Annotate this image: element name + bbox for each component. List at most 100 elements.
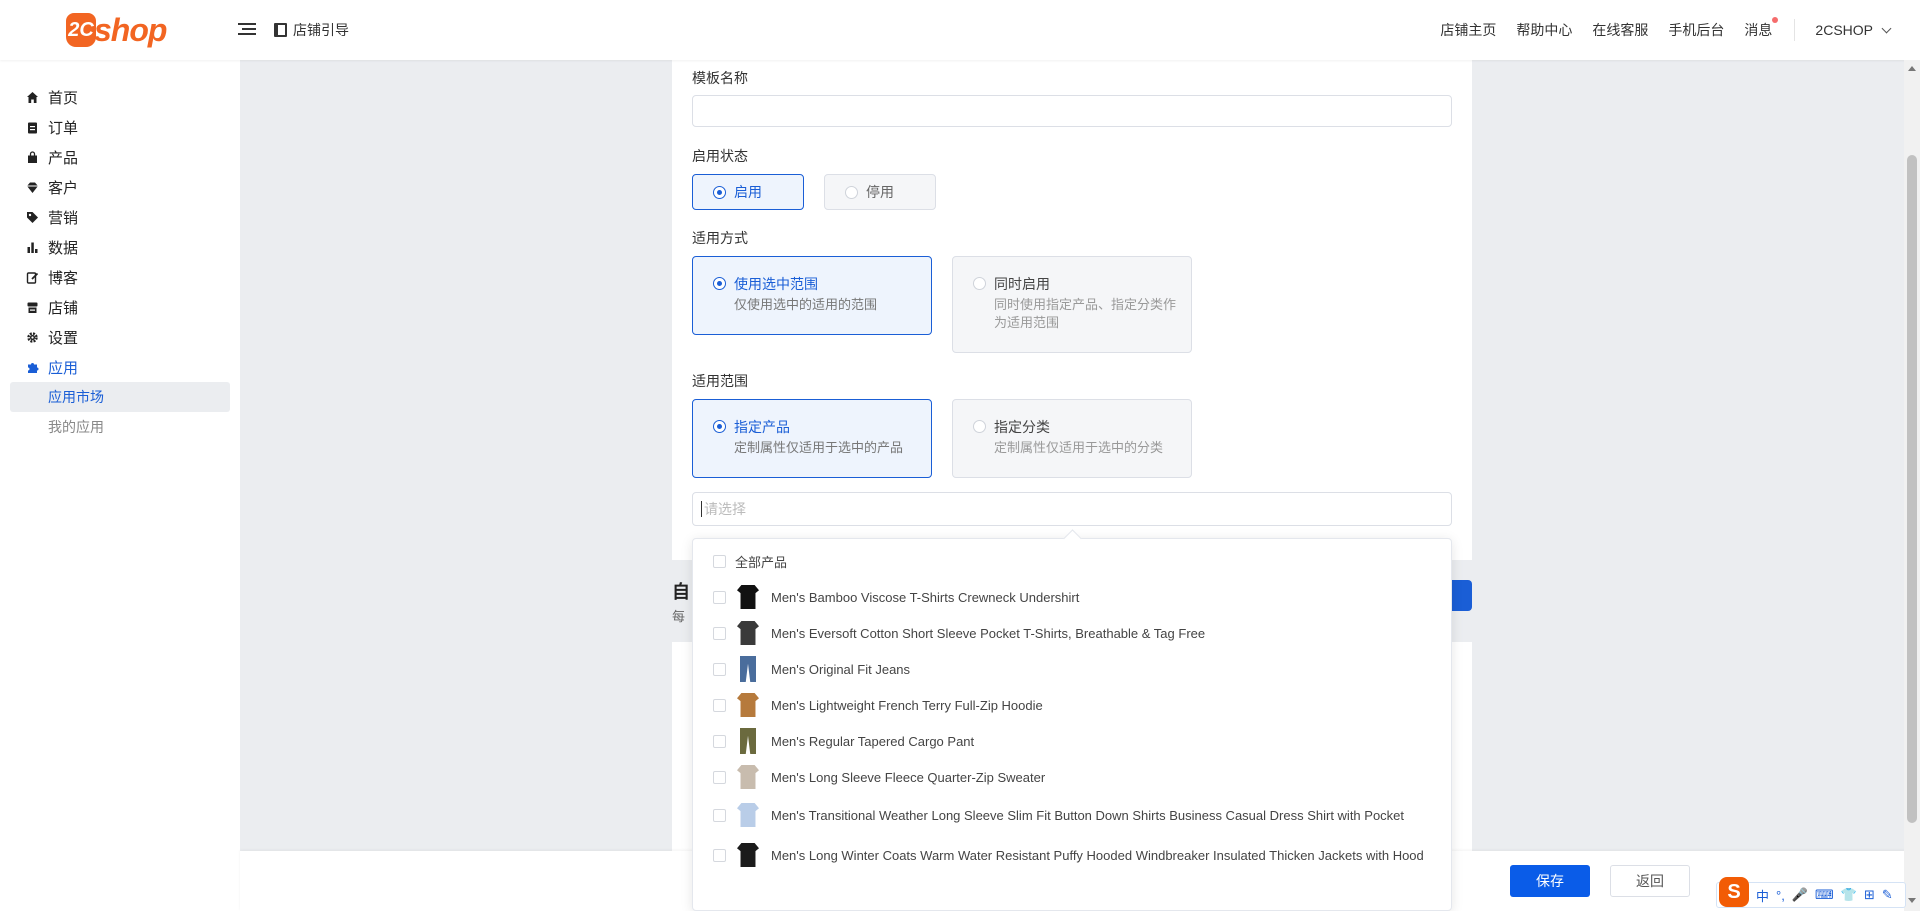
bag-icon [28, 150, 37, 163]
radio-dot [713, 277, 726, 290]
sidebar-item-data[interactable]: 数据 [0, 232, 240, 262]
sidebar-subitem-app-market[interactable]: 应用市场 [10, 382, 230, 412]
sidebar-item-store[interactable]: 店铺 [0, 292, 240, 322]
checkbox[interactable] [713, 626, 726, 640]
ime-skin-icon[interactable]: 👕 [1841, 887, 1857, 903]
product-option[interactable]: Men's Long Sleeve Fleece Quarter-Zip Swe… [693, 759, 1451, 795]
product-option[interactable]: Men's Eversoft Cotton Short Sleeve Pocke… [693, 615, 1451, 651]
checkbox[interactable] [713, 554, 726, 568]
apply-mode-label: 适用方式 [692, 230, 748, 246]
scroll-up-icon[interactable] [1908, 66, 1916, 71]
select-all-products[interactable]: 全部产品 [693, 549, 1451, 573]
sidebar-item-marketing[interactable]: 营销 [0, 202, 240, 232]
product-option[interactable]: Men's Transitional Weather Long Sleeve S… [693, 795, 1451, 835]
nav-messages-label: 消息 [1744, 22, 1773, 38]
checkbox[interactable] [713, 734, 726, 748]
sidebar-item-products[interactable]: 产品 [0, 142, 240, 172]
product-option[interactable]: Men's Bamboo Viscose T-Shirts Crewneck U… [693, 579, 1451, 615]
product-thumbnail [734, 583, 762, 611]
product-thumbnail [734, 801, 762, 829]
ime-logo-icon[interactable]: S [1719, 877, 1749, 907]
menu-toggle-icon[interactable] [238, 20, 256, 38]
radio-dot [973, 277, 986, 290]
home-icon [27, 91, 38, 103]
store-guide-link[interactable]: 店铺引导 [274, 20, 349, 40]
product-option[interactable]: Men's Regular Tapered Cargo Pant [693, 723, 1451, 759]
product-name: Men's Bamboo Viscose T-Shirts Crewneck U… [771, 589, 1080, 605]
tag-icon [27, 211, 38, 223]
product-name: Men's Transitional Weather Long Sleeve S… [771, 807, 1405, 823]
apply-mode-both-option[interactable]: 同时启用 同时使用指定产品、指定分类作为适用范围 [952, 256, 1192, 353]
product-name: Men's Original Fit Jeans [771, 661, 911, 677]
pants-icon [740, 728, 756, 754]
ime-grid-icon[interactable]: ⊞ [1864, 887, 1875, 903]
product-option[interactable]: Men's Lightweight French Terry Full-Zip … [693, 687, 1451, 723]
nav-mobile-admin[interactable]: 手机后台 [1668, 20, 1724, 40]
sidebar-item-label: 店铺 [48, 299, 79, 317]
gear-icon [27, 331, 38, 343]
option-desc: 定制属性仅适用于选中的分类 [994, 440, 1164, 455]
sidebar-item-blog[interactable]: 博客 [0, 262, 240, 292]
checkbox[interactable] [713, 808, 726, 822]
scope-products-option[interactable]: 指定产品 定制属性仅适用于选中的产品 [692, 399, 932, 478]
sidebar-item-customers[interactable]: 客户 [0, 172, 240, 202]
template-name-input[interactable] [692, 95, 1452, 127]
sidebar-item-settings[interactable]: 设置 [0, 322, 240, 352]
ime-microphone-icon[interactable]: 🎤 [1792, 887, 1808, 903]
product-thumbnail [734, 841, 762, 869]
status-disabled-radio[interactable]: 停用 [824, 174, 936, 210]
apply-mode-selected-option[interactable]: 使用选中范围 仅使用选中的适用的范围 [692, 256, 932, 335]
sidebar-item-apps[interactable]: 应用 [0, 352, 240, 382]
ime-punctuation-icon[interactable]: °, [1776, 888, 1785, 903]
nav-help-center[interactable]: 帮助中心 [1516, 20, 1572, 40]
scrollbar-thumb[interactable] [1907, 155, 1917, 823]
sidebar-item-label: 产品 [48, 149, 79, 167]
ime-chinese-mode[interactable]: 中 [1756, 886, 1769, 905]
product-select-dropdown: 全部产品 Men's Bamboo Viscose T-Shirts Crewn… [692, 538, 1452, 911]
sidebar-item-label: 设置 [48, 329, 79, 347]
nav-messages[interactable]: 消息 [1744, 17, 1779, 40]
product-name: Men's Long Winter Coats Warm Water Resis… [771, 847, 1424, 863]
top-header: 2C shop 店铺引导 店铺主页 帮助中心 在线客服 手机后台 消息 2CSH… [0, 0, 1920, 60]
sidebar-item-home[interactable]: 首页 [0, 82, 240, 112]
nav-online-service[interactable]: 在线客服 [1592, 20, 1648, 40]
ime-keyboard-icon[interactable]: ⌨ [1815, 887, 1834, 903]
clipboard-icon [28, 122, 37, 133]
scope-categories-option[interactable]: 指定分类 定制属性仅适用于选中的分类 [952, 399, 1192, 478]
product-thumbnail [734, 655, 762, 683]
sidebar-item-label: 营销 [48, 209, 79, 227]
user-name: 2CSHOP [1815, 22, 1873, 38]
sidebar-item-orders[interactable]: 订单 [0, 112, 240, 142]
save-button[interactable]: 保存 [1510, 865, 1590, 897]
checkbox[interactable] [713, 770, 726, 784]
top-nav: 店铺主页 帮助中心 在线客服 手机后台 消息 2CSHOP [1420, 0, 1892, 60]
checkbox[interactable] [713, 590, 726, 604]
shirt-icon [737, 585, 759, 609]
product-option[interactable]: Men's Long Winter Coats Warm Water Resis… [693, 835, 1451, 875]
chevron-down-icon [1881, 23, 1892, 33]
sidebar-item-label: 首页 [48, 89, 79, 107]
logo[interactable]: 2C shop [66, 10, 176, 50]
shirt-icon [737, 693, 759, 717]
notification-dot [1772, 17, 1779, 23]
nav-store-home[interactable]: 店铺主页 [1440, 20, 1496, 40]
status-enabled-radio[interactable]: 启用 [692, 174, 804, 210]
product-thumbnail [734, 619, 762, 647]
status-disabled-label: 停用 [866, 184, 894, 200]
checkbox[interactable] [713, 848, 726, 862]
ime-tools-icon[interactable]: ✎ [1882, 887, 1893, 903]
product-thumbnail [734, 763, 762, 791]
checkbox[interactable] [713, 698, 726, 712]
option-desc: 同时使用指定产品、指定分类作为适用范围 [994, 297, 1177, 330]
product-select-input[interactable]: 请选择 [692, 492, 1452, 526]
scope-label: 适用范围 [692, 373, 748, 389]
shirt-icon [737, 803, 759, 827]
shirt-icon [737, 621, 759, 645]
back-button[interactable]: 返回 [1610, 865, 1690, 897]
scroll-down-icon[interactable] [1908, 898, 1916, 903]
option-title: 同时启用 [994, 276, 1050, 292]
sidebar-subitem-my-apps[interactable]: 我的应用 [10, 412, 230, 442]
product-option[interactable]: Men's Original Fit Jeans [693, 651, 1451, 687]
user-menu[interactable]: 2CSHOP [1815, 22, 1892, 38]
checkbox[interactable] [713, 662, 726, 676]
